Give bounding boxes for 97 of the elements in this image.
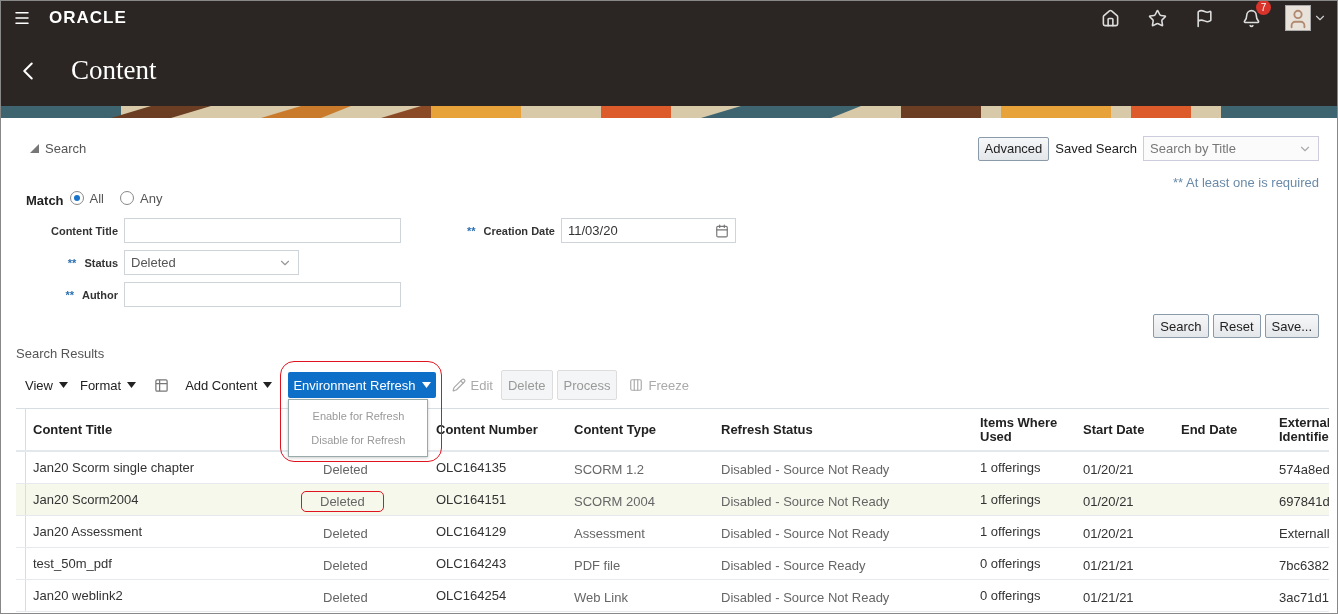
table-cell: 0 offerings [980, 556, 1041, 571]
status-select[interactable]: Deleted [124, 250, 299, 275]
table-cell: Disabled - Source Not Ready [721, 494, 890, 509]
table-cell: Disabled - Source Not Ready [721, 526, 890, 541]
table-cell: Deleted [323, 558, 368, 573]
table-cell: SCORM 1.2 [574, 462, 645, 477]
table-cell: Jan20 weblink2 [33, 588, 123, 603]
table-cell: Assessment [574, 526, 645, 541]
table-cell: 01/20/21 [1083, 462, 1134, 477]
table-cell: 01/20/21 [1083, 494, 1134, 509]
table-cell: Externall [1279, 526, 1329, 541]
page-title: Content [71, 55, 157, 86]
column-header[interactable]: Refresh Status [714, 409, 973, 450]
brand-logo[interactable]: ORACLE [49, 8, 127, 28]
table-row[interactable]: Jan20 Scorm single chapter Deleted OLC164135 SCORM 1.2 Disabled - Source Not Ready 1 offerings 01/20/21 574a8ed [16, 452, 1329, 484]
form-button[interactable]: Reset [1212, 314, 1261, 338]
flag-icon[interactable] [1195, 8, 1214, 28]
radio-label: Any [140, 190, 163, 206]
table-cell: OLC164243 [436, 556, 507, 571]
saved-search-label: Saved Search [1055, 141, 1137, 156]
table-row[interactable]: Jan20 Scorm2004 Deleted OLC164151 SCORM 2004 Disabled - Source Not Ready 1 offerings 01/20/21 697841d [16, 484, 1329, 516]
table-cell: SCORM 2004 [574, 494, 655, 509]
field-label: Author [81, 288, 118, 301]
radio-label: All [89, 190, 104, 206]
required-marker: ** [466, 224, 476, 237]
caret-icon [127, 382, 137, 388]
table-cell: Jan20 Assessment [33, 524, 143, 539]
triangle-icon [30, 144, 39, 153]
field-label: Creation Date [483, 224, 555, 237]
required-marker: ** [67, 256, 77, 269]
table-cell: OLC164129 [436, 524, 507, 539]
toolbar-menu[interactable]: Add Content [185, 377, 273, 393]
table-cell: 01/21/21 [1083, 590, 1134, 605]
table-cell: 1 offerings [980, 524, 1041, 539]
column-header[interactable]: End Date [1174, 409, 1272, 450]
table-cell: Disabled - Source Not Ready [721, 590, 890, 605]
notification-icon[interactable] [1242, 8, 1261, 28]
table-cell: OLC164135 [436, 460, 507, 475]
search-section-toggle[interactable]: Search [30, 141, 87, 156]
table-row[interactable]: test_50m_pdf Deleted OLC164243 PDF file Disabled - Source Ready 0 offerings 01/21/21 7bc6382 [16, 548, 1329, 580]
field-label: Content Title [51, 224, 118, 237]
menu-icon[interactable] [13, 9, 31, 27]
caret-icon [58, 382, 68, 388]
table-cell: 0 offerings [980, 588, 1041, 603]
date-field[interactable]: 11/03/20 [561, 218, 736, 243]
results-title: Search Results [16, 346, 106, 361]
table-cell: PDF file [574, 558, 621, 573]
column-header[interactable]: External Identifie [1272, 409, 1329, 450]
advanced-button[interactable]: Advanced [977, 136, 1050, 161]
caret-icon [263, 382, 273, 388]
saved-search-select[interactable]: Search by Title [1143, 136, 1319, 161]
table-cell: Disabled - Source Ready [721, 558, 866, 573]
table-cell: 574a8ed [1279, 462, 1329, 477]
star-icon[interactable] [1148, 8, 1167, 28]
table-cell: test_50m_pdf [33, 556, 112, 571]
home-icon[interactable] [1101, 8, 1120, 28]
input-field[interactable] [124, 218, 401, 243]
notification-badge: 7 [1256, 1, 1271, 15]
table-cell: 1 offerings [980, 492, 1041, 507]
table-cell: 7bc6382 [1279, 558, 1329, 573]
caret-icon [421, 382, 431, 388]
detach-table-icon[interactable] [154, 377, 170, 393]
field-label: Status [84, 256, 118, 269]
column-header[interactable]: Content Type [567, 409, 714, 450]
required-note: ** At least one is required [1172, 175, 1319, 190]
table-cell: OLC164254 [436, 588, 507, 603]
form-button[interactable]: Save... [1264, 314, 1319, 338]
table-cell: 01/20/21 [1083, 526, 1134, 541]
table-cell: Deleted [323, 526, 368, 541]
toolbar-menu[interactable]: View [25, 377, 68, 393]
table-cell: 697841d [1279, 494, 1329, 509]
table-cell: Deleted [301, 491, 384, 512]
input-field[interactable] [124, 282, 401, 307]
match-label: Match [26, 193, 64, 208]
table-cell: 3ac71d1 [1279, 590, 1329, 605]
form-button[interactable]: Search [1153, 314, 1209, 338]
table-cell: Web Link [574, 590, 628, 605]
table-row[interactable]: Jan20 weblink2 Deleted OLC164254 Web Link Disabled - Source Not Ready 0 offerings 01/21/21 3ac71d1 [16, 580, 1329, 612]
radio-button[interactable] [120, 191, 134, 205]
columns-icon [629, 378, 644, 392]
toolbar-menu[interactable]: Format [79, 377, 137, 393]
table-cell: OLC164151 [436, 492, 507, 507]
table-cell: Jan20 Scorm2004 [33, 492, 139, 507]
table-cell: Deleted [323, 590, 368, 605]
table-cell: Jan20 Scorm single chapter [33, 460, 195, 475]
column-header[interactable]: Items Where Used [973, 409, 1076, 450]
table-cell: 01/21/21 [1083, 558, 1134, 573]
table-cell: Deleted [323, 462, 368, 477]
table-cell: Disabled - Source Not Ready [721, 462, 890, 477]
pencil-icon [451, 378, 466, 392]
radio-button[interactable] [69, 191, 84, 205]
environment-refresh-button[interactable]: Environment Refresh [288, 372, 436, 398]
table-row[interactable]: Jan20 Assessment Deleted OLC164129 Assessment Disabled - Source Not Ready 1 offerings 01/20/21 Externall [16, 516, 1329, 548]
table-cell: 1 offerings [980, 460, 1041, 475]
required-marker: ** [65, 288, 74, 301]
column-header[interactable]: Start Date [1076, 409, 1174, 450]
calendar-icon [715, 223, 729, 238]
